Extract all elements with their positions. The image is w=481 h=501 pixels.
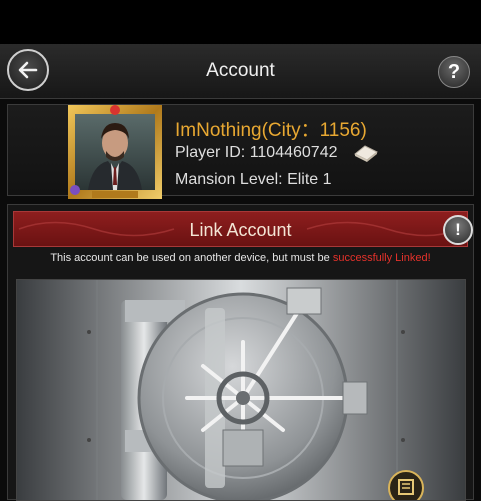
- status-bar: [0, 0, 481, 44]
- notice-text: This account can be used on another devi…: [50, 252, 333, 264]
- notice-suffix: !: [427, 252, 431, 264]
- seal-emblem-icon: [388, 470, 424, 500]
- avatar[interactable]: [68, 105, 162, 199]
- notice-highlight: successfully Linked: [332, 252, 428, 264]
- header-bar: Account ?: [0, 44, 481, 99]
- link-account-banner: Link Account !: [13, 211, 473, 247]
- link-notice: This account can be used on another devi…: [8, 252, 473, 264]
- link-account-panel: Link Account ! This account can be used …: [7, 204, 474, 501]
- vault-door-illustration: [17, 280, 465, 500]
- character-portrait: [68, 105, 162, 199]
- help-button[interactable]: ?: [438, 56, 470, 88]
- page-title: Account: [206, 60, 275, 81]
- profile-card: ImNothing(City：1156) Player ID: 11044607…: [7, 104, 474, 199]
- copy-icon[interactable]: [352, 143, 380, 163]
- player-id: Player ID: 1104460742: [175, 144, 338, 161]
- mansion-level: Mansion Level: Elite 1: [175, 171, 332, 188]
- link-account-title: Link Account: [189, 220, 292, 240]
- info-button[interactable]: !: [443, 215, 473, 245]
- player-name: ImNothing(City：1156): [175, 120, 367, 141]
